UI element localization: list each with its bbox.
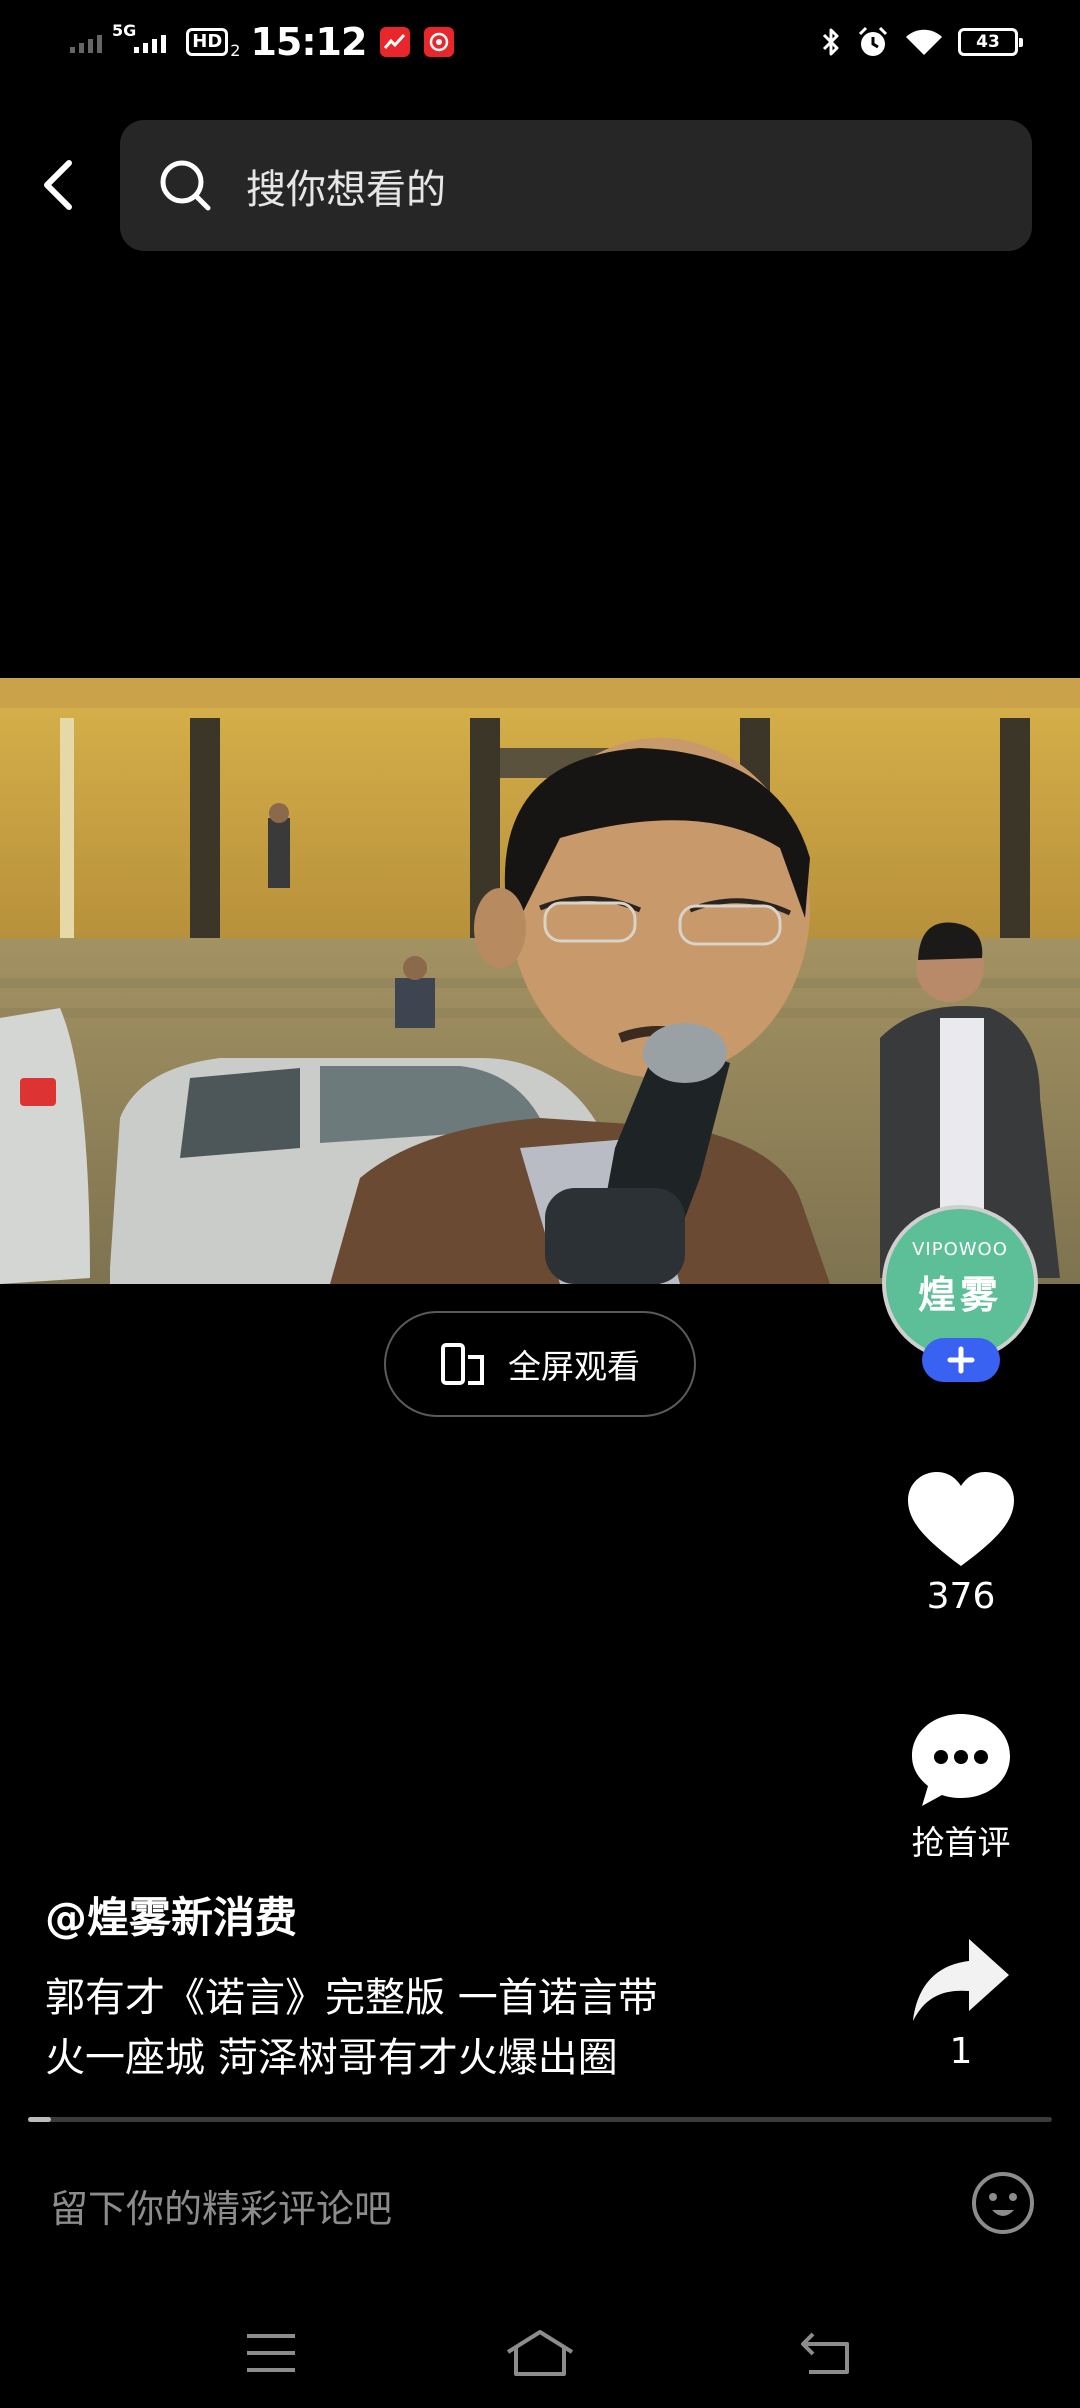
search-input[interactable]: 搜你想看的 [120, 120, 1032, 251]
nav-back-button[interactable] [785, 2320, 865, 2386]
wifi-icon [906, 29, 942, 55]
avatar-brand-text: VIPOWOO [912, 1239, 1008, 1260]
chevron-left-icon [44, 160, 72, 210]
back-icon [801, 2332, 849, 2374]
share-button[interactable]: 1 [891, 1935, 1031, 2072]
alarm-icon [858, 26, 888, 56]
fullscreen-button[interactable]: 全屏观看 [384, 1311, 696, 1417]
status-left: 5G HD 2 15:12 [70, 18, 455, 66]
menu-icon [247, 2334, 295, 2372]
emoji-button[interactable] [970, 2170, 1036, 2236]
author-name[interactable]: @煌雾新消费 [45, 1884, 297, 1945]
hd-badge: HD [186, 28, 229, 56]
speech-bubble-icon [912, 1714, 1010, 1806]
nav-home-button[interactable] [500, 2320, 580, 2386]
like-count: 376 [926, 1576, 996, 1617]
smiley-icon [972, 2172, 1034, 2234]
like-button[interactable]: 376 [891, 1470, 1031, 1617]
battery-level: 43 [976, 32, 1000, 52]
stocks-app-icon [380, 27, 411, 57]
back-button[interactable] [30, 150, 86, 220]
share-arrow-icon [913, 1939, 1009, 2021]
signal-icon-sim2 [134, 31, 167, 53]
status-bar: 5G HD 2 15:12 43 [0, 0, 1080, 84]
home-icon [506, 2330, 574, 2376]
avatar-name-text: 煌雾 [917, 1273, 1002, 1317]
nav-menu-button[interactable] [231, 2320, 311, 2386]
network-type: 5G [112, 20, 137, 40]
heart-icon [908, 1472, 1014, 1566]
notification-app-icon [424, 27, 455, 57]
progress-fill [28, 2117, 51, 2122]
comment-label: 抢首评 [911, 1823, 1011, 1862]
fullscreen-label: 全屏观看 [508, 1347, 640, 1386]
search-icon [158, 158, 214, 214]
video-player[interactable] [0, 678, 1080, 1284]
video-caption: 郭有才《诺言》完整版 一首诺言带 火一座城 菏泽树哥有才火爆出圈 [45, 1968, 805, 2088]
comment-input[interactable]: 留下你的精彩评论吧 [50, 2170, 910, 2240]
caption-line: 郭有才《诺言》完整版 一首诺言带 [45, 1975, 658, 2021]
search-placeholder: 搜你想看的 [246, 166, 446, 213]
video-frame-image [0, 678, 1080, 1284]
status-right: 43 [820, 20, 1023, 64]
caption-line: 火一座城 菏泽树哥有才火爆出圈 [45, 2035, 618, 2081]
bluetooth-icon [822, 28, 839, 56]
comment-placeholder: 留下你的精彩评论吧 [50, 2186, 393, 2231]
system-nav-bar [0, 2300, 1080, 2408]
share-count: 1 [949, 2031, 973, 2072]
hd-sub: 2 [230, 40, 241, 60]
comment-button[interactable]: 抢首评 [891, 1710, 1031, 1864]
clock: 15:12 [250, 20, 367, 64]
video-progress-bar[interactable] [28, 2117, 1052, 2122]
battery-icon: 43 [958, 28, 1023, 56]
signal-icon-sim1 [70, 31, 102, 53]
plus-icon [947, 1346, 975, 1374]
follow-button[interactable] [922, 1338, 1000, 1382]
rotate-phone-icon [441, 1343, 484, 1385]
